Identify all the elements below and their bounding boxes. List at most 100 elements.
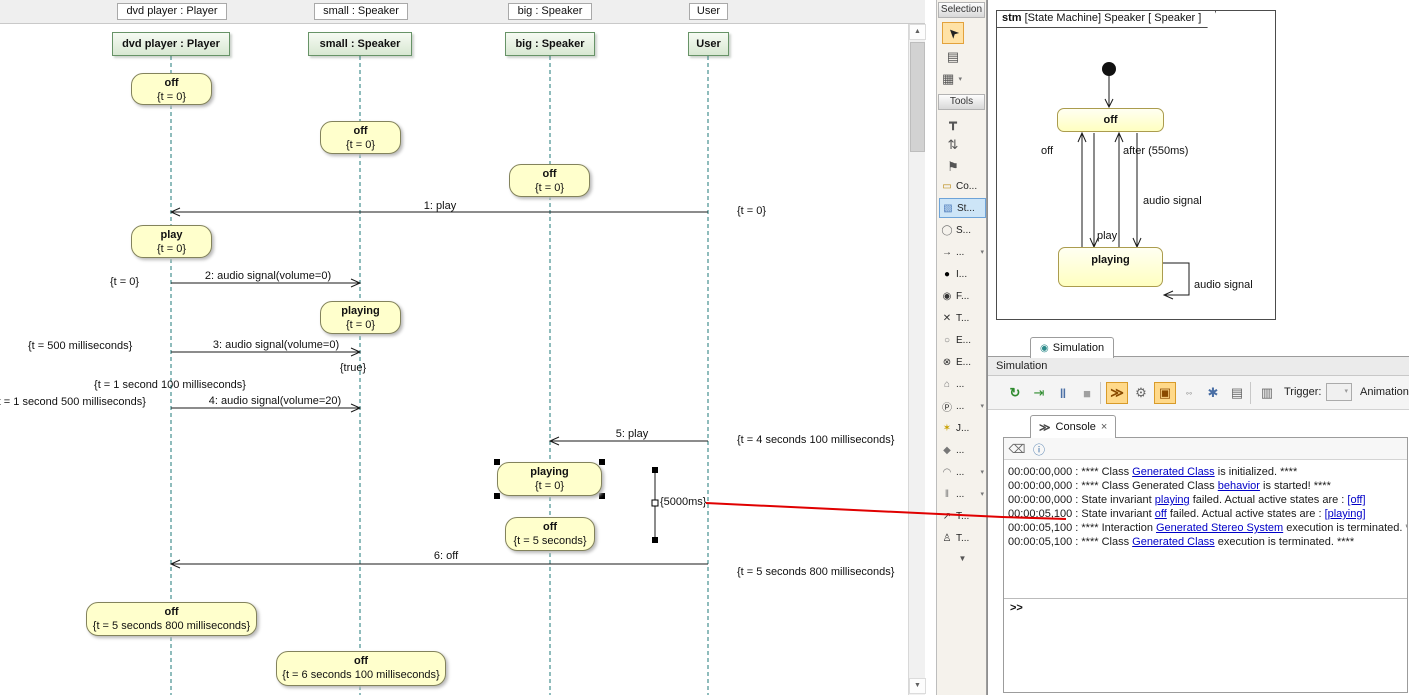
duration-mid-handle[interactable] [652, 500, 658, 506]
console-link[interactable]: playing [1155, 494, 1190, 506]
time-constraint[interactable]: {t = 4 seconds 100 milliseconds} [737, 434, 894, 446]
options-dots-icon[interactable]: ◦◦ [1178, 382, 1200, 404]
palette-item-dome[interactable]: ◠...▾ [939, 462, 986, 482]
console-link[interactable]: off [1155, 508, 1167, 520]
scrollbar-thumb[interactable] [910, 42, 925, 152]
image-export-icon[interactable]: ▤ [1226, 382, 1248, 404]
pause-icon[interactable]: ‖ [1052, 382, 1074, 404]
state-invariant[interactable]: off {t = 0} [131, 73, 212, 105]
lifeline-head-small-speaker[interactable]: small : Speaker [308, 32, 412, 56]
palette-tools-header[interactable]: Tools [938, 94, 985, 110]
palette-selection-header[interactable]: Selection [938, 2, 985, 18]
state-invariant[interactable]: off {t = 6 seconds 100 milliseconds} [276, 651, 446, 686]
trigger-dropdown[interactable]: ▾ [1326, 383, 1352, 401]
state-invariant-selected[interactable]: playing {t = 0} [497, 462, 602, 496]
palette-item-terminate[interactable]: ✕T... [939, 308, 986, 328]
strip-lifeline-big-speaker[interactable]: big : Speaker [508, 3, 592, 20]
state-off[interactable]: off [1057, 108, 1164, 132]
message-label[interactable]: 6: off [434, 550, 458, 562]
grid-tool[interactable]: ▦▾ [942, 68, 964, 90]
time-constraint[interactable]: {t = 500 milliseconds} [28, 340, 132, 352]
palette-item-exception[interactable]: ⊗E... [939, 352, 986, 372]
palette-item-junction[interactable]: ✶J... [939, 418, 986, 438]
time-constraint[interactable]: {t = 0} [110, 276, 139, 288]
time-constraint[interactable]: {t = 5 seconds 800 milliseconds} [737, 566, 894, 578]
state-machine-frame[interactable]: stm [State Machine] Speaker [ Speaker ] … [996, 10, 1276, 320]
console-link[interactable]: [off] [1347, 494, 1365, 506]
gear-icon[interactable]: ⚙ [1130, 382, 1152, 404]
palette-item-message[interactable]: →...▾ [939, 242, 986, 262]
lifeline-head-big-speaker[interactable]: big : Speaker [505, 32, 595, 56]
selection-cursor-tool[interactable]: ➤ [942, 22, 964, 44]
console-link[interactable]: Generated Class [1132, 466, 1215, 478]
palette-item-oval[interactable]: ◯S... [939, 220, 986, 240]
duration-constraint-label[interactable]: {5000ms} [660, 496, 706, 508]
transition-label-audio-signal[interactable]: audio signal [1143, 195, 1202, 207]
palette-item-fork[interactable]: ‖...▾ [939, 484, 986, 504]
console-link[interactable]: behavior [1218, 480, 1260, 492]
strip-lifeline-small-speaker[interactable]: small : Speaker [314, 3, 408, 20]
transition-label-after[interactable]: after (550ms) [1123, 145, 1188, 157]
info-icon[interactable]: ⓘ [1030, 440, 1048, 458]
console-link[interactable]: Generated Stereo System [1156, 522, 1283, 534]
state-playing[interactable]: playing [1058, 247, 1163, 287]
message-label[interactable]: 3: audio signal(volume=0) [213, 339, 339, 351]
tab-console[interactable]: ≫ Console × [1030, 415, 1116, 438]
palette-item-actor[interactable]: ♙T... [939, 528, 986, 548]
lifeline-head-dvd-player[interactable]: dvd player : Player [112, 32, 230, 56]
strip-lifeline-dvd-player[interactable]: dvd player : Player [117, 3, 227, 20]
lifeline-head-user[interactable]: User [688, 32, 729, 56]
palette-item-parameter[interactable]: Ⓟ...▾ [939, 396, 986, 416]
initial-node[interactable] [1102, 62, 1116, 76]
flag-tool[interactable]: ⚑ [942, 156, 964, 178]
close-icon[interactable]: × [1101, 421, 1107, 433]
stop-icon[interactable]: ■ [1076, 382, 1098, 404]
animate-toggle-icon[interactable]: ≫ [1106, 382, 1128, 404]
swap-tool[interactable]: ⇅ [942, 134, 964, 156]
state-invariant[interactable]: off {t = 5 seconds 800 milliseconds} [86, 602, 257, 636]
breakpoints-icon[interactable]: ▣ [1154, 382, 1176, 404]
palette-item-execution[interactable]: ○E... [939, 330, 986, 350]
run-icon[interactable]: ↻ [1004, 382, 1026, 404]
palette-item-label: ... [956, 379, 964, 390]
transition-label-off[interactable]: off [1041, 145, 1053, 157]
time-constraint[interactable]: {t = 0} [737, 205, 766, 217]
palette-item-pentagon[interactable]: ⌂... [939, 374, 986, 394]
step-icon[interactable]: ⇥ [1028, 382, 1050, 404]
palette-item-decision[interactable]: ◆... [939, 440, 986, 460]
clear-console-icon[interactable]: ⌫ [1008, 440, 1026, 458]
canvas-vertical-scrollbar[interactable]: ▲ ▼ [908, 24, 925, 695]
console-prompt[interactable]: >> [1010, 602, 1023, 614]
palette-item-transition[interactable]: ↗T... [939, 506, 986, 526]
sequence-diagram-canvas[interactable]: dvd player : Player small : Speaker big … [0, 24, 908, 695]
guard-label[interactable]: {true} [340, 362, 366, 374]
palette-scroll-down-button[interactable]: ▼ [954, 552, 971, 566]
message-label[interactable]: 5: play [616, 428, 648, 440]
transition-label-audio-signal-loop[interactable]: audio signal [1194, 279, 1253, 291]
palette-item-common[interactable]: ▭Co... [939, 176, 986, 196]
sticky-tool[interactable]: ▤ [942, 46, 964, 68]
transition-label-play[interactable]: play [1097, 230, 1117, 242]
time-constraint[interactable]: {t = 1 second 100 milliseconds} [94, 379, 246, 391]
palette-item-initial[interactable]: ●I... [939, 264, 986, 284]
scroll-up-button[interactable]: ▲ [909, 24, 926, 40]
state-invariant[interactable]: off {t = 0} [509, 164, 590, 197]
message-label[interactable]: 1: play [424, 200, 456, 212]
palette-item-final[interactable]: ◉F... [939, 286, 986, 306]
scroll-down-button[interactable]: ▼ [909, 678, 926, 694]
state-invariant[interactable]: playing {t = 0} [320, 301, 401, 334]
key-icon[interactable]: ✱ [1202, 382, 1224, 404]
console-link[interactable]: [playing] [1325, 508, 1366, 520]
strip-lifeline-user[interactable]: User [689, 3, 728, 20]
state-invariant[interactable]: off {t = 0} [320, 121, 401, 154]
state-invariant[interactable]: play {t = 0} [131, 225, 212, 258]
message-label[interactable]: 4: audio signal(volume=20) [209, 395, 341, 407]
console-link[interactable]: Generated Class [1132, 536, 1215, 548]
film-icon[interactable]: ▥ [1256, 382, 1278, 404]
magnet-tool[interactable]: ┳ [942, 112, 964, 134]
palette-item-state-invariant[interactable]: ▧St... [939, 198, 986, 218]
state-invariant[interactable]: off {t = 5 seconds} [505, 517, 595, 551]
time-constraint[interactable]: {t = 1 second 500 milliseconds} [0, 396, 146, 408]
message-label[interactable]: 2: audio signal(volume=0) [205, 270, 331, 282]
tab-simulation[interactable]: ◉ Simulation [1030, 337, 1114, 358]
